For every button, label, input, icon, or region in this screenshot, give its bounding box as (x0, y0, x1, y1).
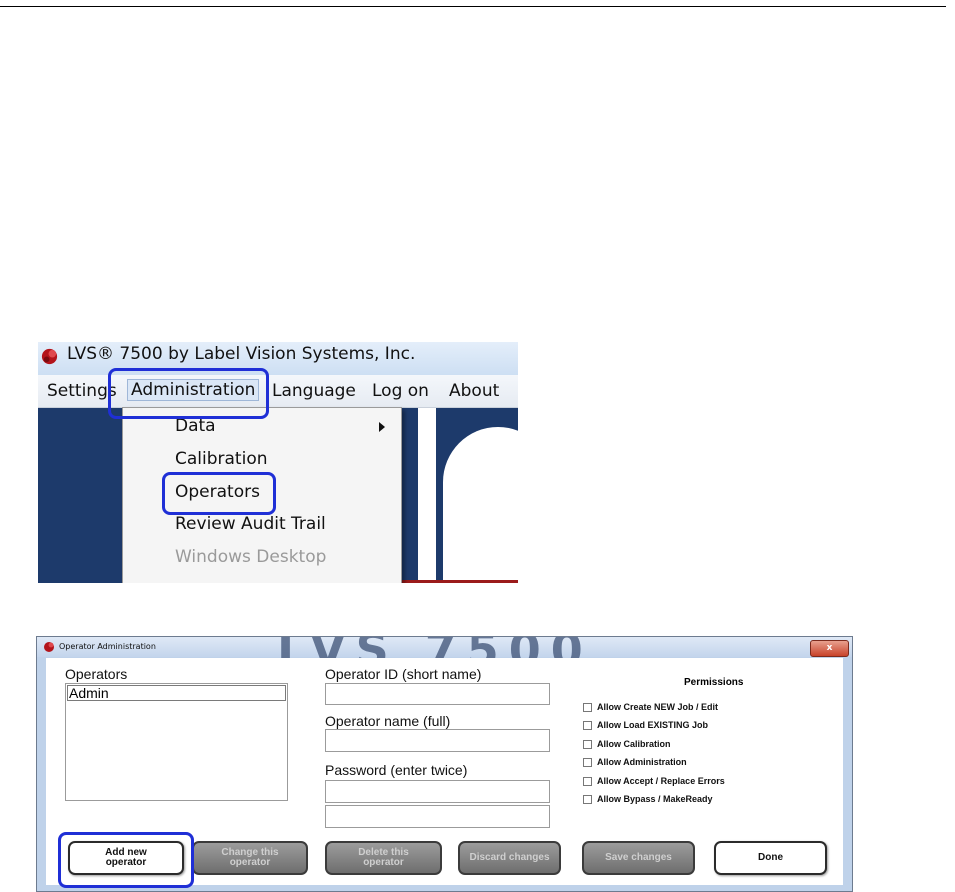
close-icon: x (826, 643, 833, 653)
top-divider (0, 6, 946, 7)
menu-settings[interactable]: Settings (47, 381, 117, 401)
highlight-administration (108, 368, 269, 419)
operator-dialog: LVS 7500 Operator Administration x Opera… (36, 636, 853, 892)
operator-name-field[interactable] (325, 729, 550, 752)
checkbox[interactable] (583, 777, 592, 786)
operator-id-field[interactable] (325, 683, 550, 705)
button-label: Save changes (605, 852, 672, 863)
password-confirm-field[interactable] (325, 805, 550, 828)
done-button[interactable]: Done (714, 841, 827, 875)
background-logo-shape (443, 427, 518, 583)
menu-log-on[interactable]: Log on (372, 381, 429, 401)
operator-name: Admin (69, 685, 109, 701)
checkbox[interactable] (583, 758, 592, 767)
highlight-operators (162, 472, 276, 515)
checkbox[interactable] (583, 703, 592, 712)
permission-label: Allow Calibration (597, 739, 671, 749)
change-operator-button: Change this operator (192, 841, 308, 875)
permission-label: Allow Create NEW Job / Edit (597, 702, 719, 712)
delete-operator-button: Delete this operator (325, 841, 442, 875)
menu-screenshot: LVS® 7500 by Label Vision Systems, Inc. … (38, 342, 518, 583)
checkbox[interactable] (583, 740, 592, 749)
button-label-line2: operator (229, 857, 271, 868)
menu-item-windows-desktop: Windows Desktop (175, 547, 327, 567)
list-item[interactable]: Admin (67, 685, 286, 701)
permission-label: Allow Bypass / MakeReady (597, 794, 713, 804)
background-logo-shape (418, 407, 436, 583)
permission-label: Allow Accept / Replace Errors (597, 776, 725, 786)
button-label-line2: operator (363, 857, 404, 868)
permissions-title: Permissions (684, 677, 744, 688)
save-changes-button: Save changes (582, 841, 695, 875)
dialog-title: Operator Administration (59, 642, 156, 651)
menu-item-review-audit-trail[interactable]: Review Audit Trail (175, 514, 326, 534)
operators-list[interactable]: Admin (65, 683, 288, 801)
checkbox[interactable] (583, 721, 592, 730)
highlight-add-new-operator (58, 832, 194, 888)
dialog-titlebar: LVS 7500 Operator Administration x (37, 637, 852, 677)
background-strip (398, 580, 518, 583)
operator-name-label: Operator name (full) (325, 713, 451, 729)
password-label: Password (enter twice) (325, 762, 468, 778)
checkbox[interactable] (583, 795, 592, 804)
permission-label: Allow Administration (597, 757, 687, 767)
app-logo-icon (44, 642, 54, 652)
discard-changes-button: Discard changes (458, 841, 561, 875)
submenu-arrow-icon (379, 422, 385, 432)
menu-item-calibration[interactable]: Calibration (175, 449, 268, 469)
operator-id-label: Operator ID (short name) (325, 666, 482, 682)
permission-label: Allow Load EXISTING Job (597, 720, 709, 730)
password-field[interactable] (325, 780, 550, 803)
app-logo-icon (41, 348, 58, 365)
menu-language[interactable]: Language (272, 381, 356, 401)
operators-label: Operators (65, 666, 128, 682)
menu-item-data[interactable]: Data (175, 416, 216, 436)
menu-about[interactable]: About (449, 381, 499, 401)
button-label: Done (758, 852, 783, 863)
close-button[interactable]: x (810, 640, 849, 657)
button-label: Discard changes (469, 852, 550, 863)
app-title: LVS® 7500 by Label Vision Systems, Inc. (67, 344, 416, 364)
